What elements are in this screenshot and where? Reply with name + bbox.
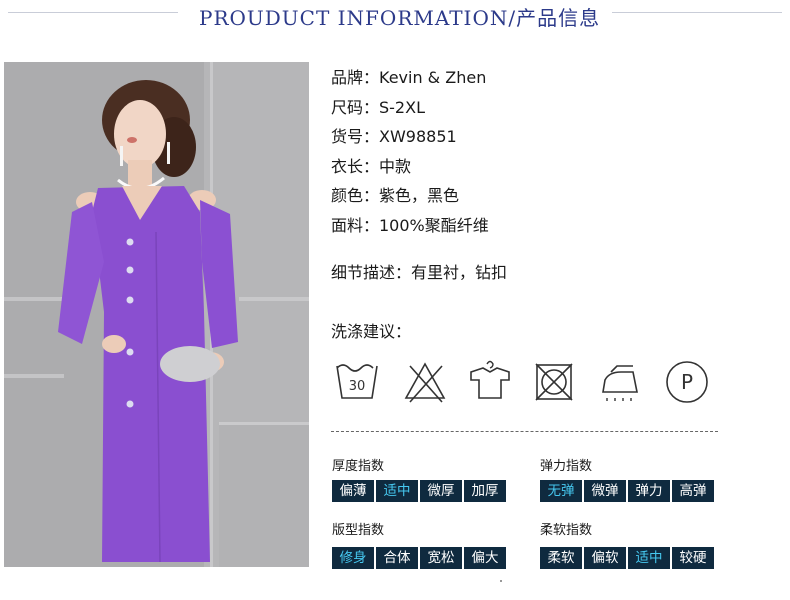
wash-temp: 30 xyxy=(349,379,366,394)
thickness-label: 厚度指数 xyxy=(332,459,385,474)
wash-title: 洗涤建议： xyxy=(331,322,412,341)
fit-option: 宽松 xyxy=(420,547,462,569)
info-brand: 品牌：Kevin & Zhen xyxy=(331,68,487,87)
dry-clean-letter: P xyxy=(681,370,693,394)
fit-scale: 修身 合体 宽松 偏大 xyxy=(332,547,508,569)
fit-label: 版型指数 xyxy=(332,523,385,538)
info-fabric: 面料：100%聚酯纤维 xyxy=(331,215,489,235)
page-title: PROUDUCT INFORMATION/产品信息 xyxy=(199,6,601,30)
product-photo xyxy=(4,62,309,567)
elasticity-option: 无弹 xyxy=(540,480,582,502)
elasticity-label: 弹力指数 xyxy=(540,459,593,474)
thickness-scale: 偏薄 适中 微厚 加厚 xyxy=(332,480,508,502)
wash-icons: 30 P xyxy=(333,358,723,406)
elasticity-option: 弹力 xyxy=(628,480,670,502)
thickness-option: 偏薄 xyxy=(332,480,374,502)
softness-option: 较硬 xyxy=(672,547,714,569)
low-iron-icon xyxy=(602,365,638,401)
thickness-option: 加厚 xyxy=(464,480,506,502)
info-length: 衣长：中款 xyxy=(331,156,412,176)
model-in-purple-dress-illustration xyxy=(4,62,309,567)
softness-option: 适中 xyxy=(628,547,670,569)
wash-30-icon: 30 xyxy=(336,364,378,399)
elasticity-option: 高弹 xyxy=(672,480,714,502)
softness-option: 偏软 xyxy=(584,547,626,569)
detail-description: 细节描述：有里衬，钻扣 xyxy=(331,263,508,282)
fit-option: 合体 xyxy=(376,547,418,569)
header-rule-right xyxy=(612,12,782,13)
thickness-option: 适中 xyxy=(376,480,418,502)
softness-label: 柔软指数 xyxy=(540,523,593,538)
stray-dot xyxy=(500,580,502,582)
softness-option: 柔软 xyxy=(540,547,582,569)
hang-dry-icon xyxy=(470,360,510,399)
info-color: 颜色：紫色，黑色 xyxy=(331,186,460,205)
no-tumble-dry-icon xyxy=(535,363,573,401)
product-info-list: 品牌：Kevin & Zhen 尺码：S-2XL 货号：XW98851 衣长：中… xyxy=(331,63,489,240)
header-rule-left xyxy=(8,12,178,13)
info-size: 尺码：S-2XL xyxy=(331,97,425,117)
softness-scale: 柔软 偏软 适中 较硬 xyxy=(540,547,716,569)
dashed-divider xyxy=(331,431,718,432)
info-sku: 货号：XW98851 xyxy=(331,127,457,146)
fit-option: 偏大 xyxy=(464,547,506,569)
thickness-option: 微厚 xyxy=(420,480,462,502)
fit-option: 修身 xyxy=(332,547,374,569)
elasticity-scale: 无弹 微弹 弹力 高弹 xyxy=(540,480,716,502)
elasticity-option: 微弹 xyxy=(584,480,626,502)
dry-clean-p-icon: P xyxy=(666,361,708,403)
no-bleach-icon xyxy=(404,362,446,403)
